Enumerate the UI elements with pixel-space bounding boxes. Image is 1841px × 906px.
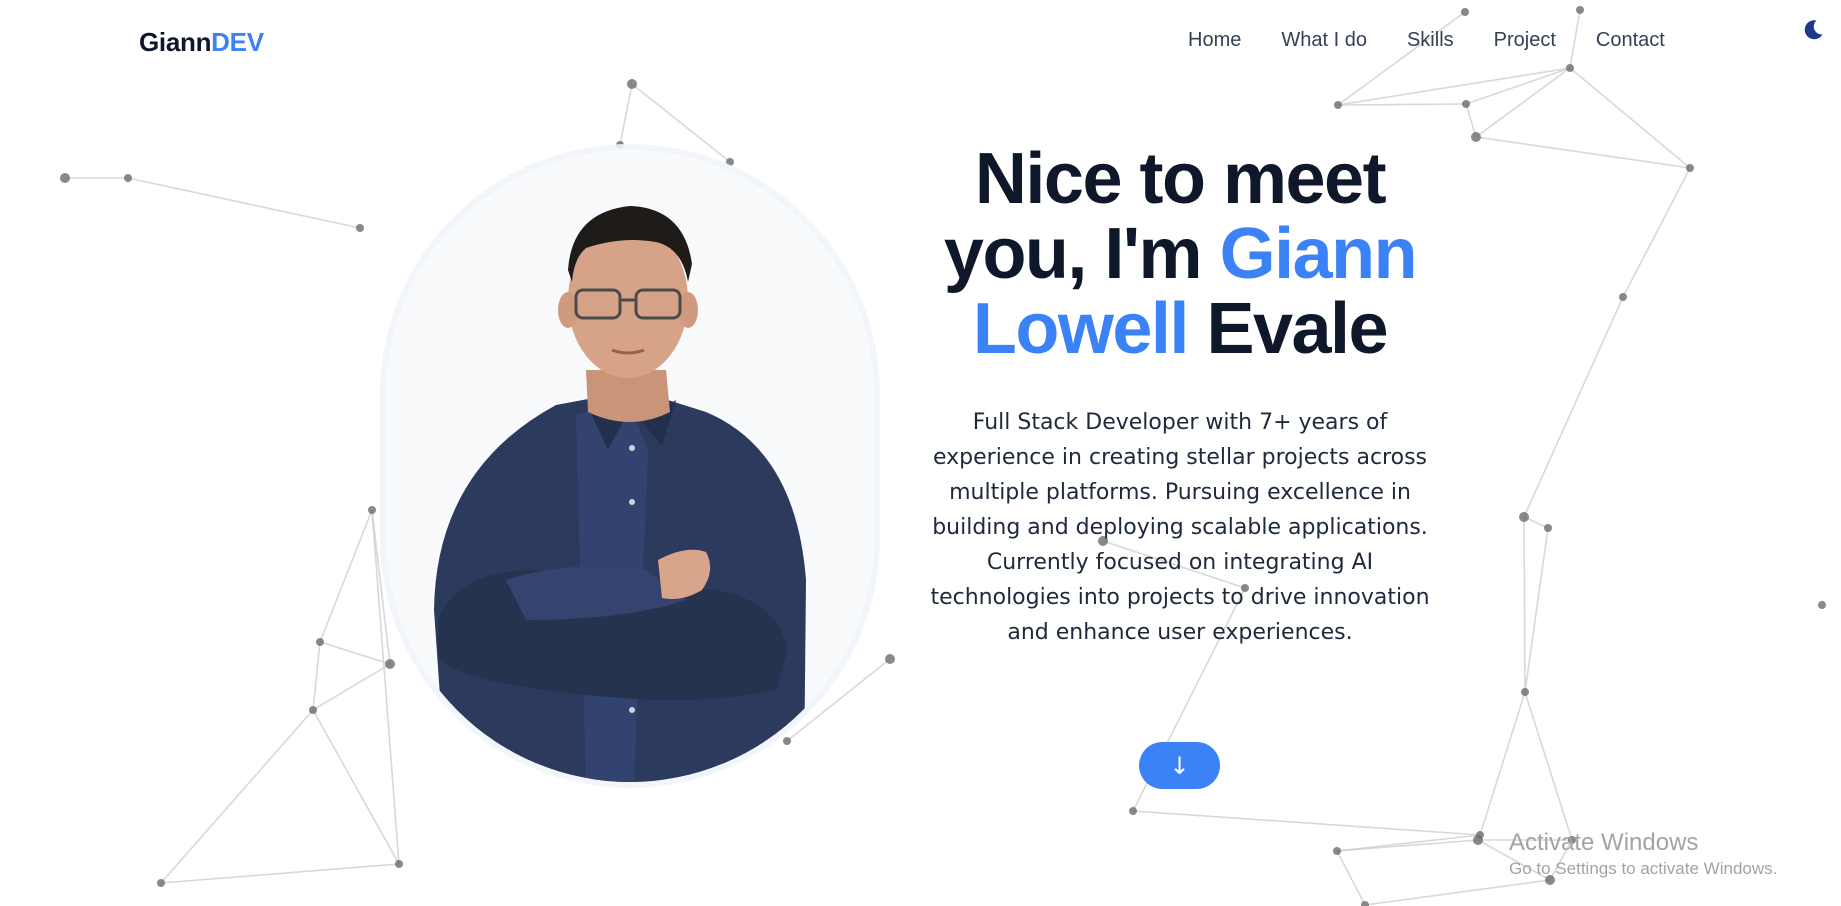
watermark-subtitle: Go to Settings to activate Windows. xyxy=(1509,859,1778,878)
network-edge xyxy=(319,641,391,665)
network-edge xyxy=(1465,67,1571,105)
network-node xyxy=(60,173,70,183)
network-edge xyxy=(1524,691,1573,841)
network-node xyxy=(1461,8,1469,16)
network-node xyxy=(356,224,364,232)
windows-activation-watermark: Activate Windows Go to Settings to activ… xyxy=(1509,828,1777,880)
network-edge xyxy=(160,709,314,884)
heading-name-last: Evale xyxy=(1206,289,1388,369)
heading-name-middle: Lowell xyxy=(972,289,1190,369)
heading-line1: Nice to meet xyxy=(974,139,1387,219)
network-node xyxy=(124,174,132,182)
heading-prefix: you, I'm xyxy=(943,214,1203,294)
network-node xyxy=(1471,132,1481,142)
network-edge xyxy=(1336,850,1366,906)
network-node xyxy=(368,506,376,514)
network-node xyxy=(627,79,637,89)
network-edge xyxy=(127,177,361,229)
theme-toggle-button[interactable] xyxy=(1801,18,1825,42)
page: GiannDEV Home What I do Skills Project C… xyxy=(0,0,1841,906)
network-node xyxy=(157,879,165,887)
network-node xyxy=(616,141,624,149)
heading-name-first: Giann xyxy=(1219,214,1418,294)
moon-icon xyxy=(1804,20,1823,40)
network-edge xyxy=(319,509,373,643)
brand-name-accent: DEV xyxy=(211,27,264,57)
network-edge xyxy=(1337,67,1571,106)
nav-item-contact[interactable]: Contact xyxy=(1596,29,1665,52)
network-edge xyxy=(1364,879,1551,906)
brand-name-primary: Giann xyxy=(139,27,212,57)
network-node xyxy=(1576,6,1584,14)
network-edge xyxy=(1622,167,1691,298)
network-node xyxy=(1129,807,1137,815)
brand-logo[interactable]: GiannDEV xyxy=(139,27,264,58)
network-node xyxy=(1473,835,1483,845)
network-node xyxy=(1566,64,1574,72)
network-edge xyxy=(1524,527,1549,693)
profile-photo xyxy=(386,150,874,782)
network-node xyxy=(1334,101,1342,109)
hero-section: Nice to meet you, I'm Giann Lowell Evale… xyxy=(900,142,1460,650)
network-edge xyxy=(1523,296,1624,518)
nav-item-project[interactable]: Project xyxy=(1494,29,1556,52)
person-illustration xyxy=(434,206,806,782)
arrow-down-icon: ↓ xyxy=(1169,751,1190,780)
network-node xyxy=(1521,688,1529,696)
network-node xyxy=(316,638,324,646)
network-edge xyxy=(1475,67,1571,138)
network-edge xyxy=(1523,516,1526,693)
main-nav: Home What I do Skills Project Contact xyxy=(1188,29,1705,52)
watermark-title: Activate Windows xyxy=(1509,829,1699,856)
hero-heading: Nice to meet you, I'm Giann Lowell Evale xyxy=(900,142,1460,367)
network-edge xyxy=(1479,691,1526,836)
network-node xyxy=(1519,512,1529,522)
network-edge xyxy=(1337,11,1466,106)
hero-description: Full Stack Developer with 7+ years of ex… xyxy=(930,410,1430,645)
nav-item-what-i-do[interactable]: What I do xyxy=(1281,29,1367,52)
network-edge xyxy=(1132,810,1481,836)
network-node xyxy=(1361,901,1369,906)
network-node xyxy=(395,860,403,868)
nav-item-home[interactable]: Home xyxy=(1188,29,1241,52)
network-node xyxy=(1818,601,1826,609)
nav-item-skills[interactable]: Skills xyxy=(1407,29,1454,52)
network-edge xyxy=(1336,839,1479,852)
network-node xyxy=(1462,100,1470,108)
scroll-down-button[interactable]: ↓ xyxy=(1139,742,1220,789)
network-edge xyxy=(619,83,633,146)
network-edge xyxy=(1337,103,1467,106)
network-edge xyxy=(312,641,321,711)
network-node xyxy=(1619,293,1627,301)
network-node xyxy=(309,706,317,714)
network-node xyxy=(1686,164,1694,172)
network-node xyxy=(1333,847,1341,855)
network-node xyxy=(885,654,895,664)
network-edge xyxy=(312,663,391,711)
network-edge xyxy=(160,863,400,884)
network-edge xyxy=(1465,103,1477,138)
network-node xyxy=(1544,524,1552,532)
